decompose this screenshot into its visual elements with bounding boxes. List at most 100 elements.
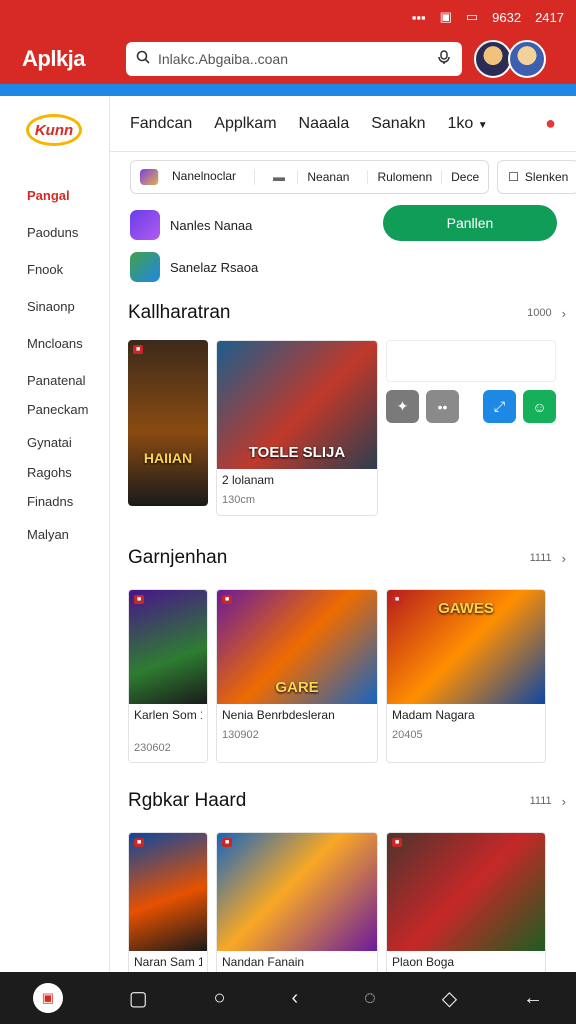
app-bar: Aplkja Inlakc.Abgaiba..coan: [0, 34, 576, 84]
card-sub: 230602: [134, 742, 171, 754]
chevron-right-icon: ›: [561, 550, 566, 566]
top-tabs: Fandcan Applkam Naaala Sanakn 1ko ▼ ●: [110, 96, 576, 152]
tab[interactable]: Naaala: [299, 115, 350, 133]
home-icon[interactable]: ○: [214, 987, 226, 1010]
chevron-down-icon: ▼: [477, 119, 488, 131]
sidebar-item[interactable]: Paoduns: [27, 223, 88, 260]
section-title: Rgbkar Haard: [128, 790, 247, 811]
back-icon[interactable]: ‹: [292, 987, 299, 1010]
tab-dropdown[interactable]: 1ko ▼: [447, 115, 487, 133]
avatar[interactable]: [508, 40, 546, 78]
filter-chip[interactable]: ☐ Slenken: [497, 160, 576, 194]
game-art: ■: [217, 833, 377, 951]
section: Kallharatran 1000 › ■ HAIIAN TOELE SLIJA …: [128, 298, 576, 516]
game-art: ■ GAWES: [387, 590, 545, 704]
search-bar[interactable]: Inlakc.Abgaiba..coan: [126, 42, 462, 76]
game-card[interactable]: ■ GAWES Madam Nagara 20405: [386, 589, 546, 763]
system-nav-bar: ▣ ▢ ○ ‹ ◌ ◇ ←: [0, 972, 576, 1024]
chevron-right-icon: ›: [561, 305, 566, 321]
filter-chip[interactable]: Nanelnoclar: [131, 169, 256, 185]
game-art: ■ GARE: [217, 590, 377, 704]
section: Rgbkar Haard 1111› ■ Naran Sam 12 ■ Nand…: [128, 786, 576, 972]
chevron-right-icon: ›: [561, 793, 566, 809]
sidebar-item[interactable]: Fnook: [27, 260, 88, 297]
see-more-button[interactable]: 1111 ›: [530, 794, 566, 809]
recents-icon[interactable]: ▢: [129, 986, 148, 1011]
section-header: Garnjenhan 1111 ›: [128, 543, 576, 573]
section: Garnjenhan 1111› ■ Karlen Som 13 230602 …: [128, 543, 576, 763]
game-art: ■: [129, 590, 207, 704]
card-info: Plaon Boga: [387, 951, 545, 972]
card-info: Madam Nagara 20405: [387, 704, 545, 745]
section-title: Kallharatran: [128, 302, 231, 323]
game-card[interactable]: ■ Plaon Boga: [386, 832, 546, 972]
sidebar-item[interactable]: Finadns: [27, 492, 88, 525]
see-more-button[interactable]: 1000 ›: [527, 306, 566, 321]
status-bar: ▪▪▪ ▣ ▭ 9632 2417: [0, 0, 576, 34]
card-info: Nenia Benrbdesleran 130902: [217, 704, 377, 745]
list-item[interactable]: Sanelaz Rsaoa: [130, 246, 560, 288]
sidebar-item[interactable]: Pangal: [27, 186, 88, 223]
arrow-left-icon[interactable]: ←: [523, 987, 543, 1010]
gamepad-icon[interactable]: ••: [426, 390, 459, 423]
badge: ■: [133, 345, 144, 354]
game-card[interactable]: ■ Nandan Fanain: [216, 832, 378, 972]
sidebar-item[interactable]: Panatenal: [27, 371, 88, 400]
search-icon: [136, 50, 150, 69]
tab[interactable]: Applkam: [214, 115, 276, 133]
mic-icon[interactable]: [436, 49, 452, 70]
app-logo[interactable]: Aplkja: [22, 46, 126, 72]
game-card[interactable]: ■ HAIIAN: [128, 340, 208, 506]
link-icon[interactable]: ⤢: [483, 390, 516, 423]
chat-icon[interactable]: ◌: [364, 987, 376, 1010]
account-avatars[interactable]: [474, 40, 546, 78]
app-shortcut-icon[interactable]: ▣: [32, 983, 63, 1013]
sidebar-item[interactable]: Sinaonp: [27, 297, 88, 334]
app-tile-panel: ✦ •• ⤢ ☺: [386, 340, 556, 516]
tab[interactable]: Sanakn: [371, 115, 425, 133]
card-row: ■ Karlen Som 13 230602 ■ GARE Nenia Benr…: [128, 589, 576, 763]
card-title: Plaon Boga: [392, 955, 455, 969]
avatar[interactable]: [474, 40, 512, 78]
tool-icon[interactable]: ✦: [386, 390, 419, 423]
game-card[interactable]: ■ Karlen Som 13 230602: [128, 589, 208, 763]
card-info: Naran Sam 12: [129, 951, 207, 972]
sidebar-item[interactable]: Gynatai: [27, 433, 88, 463]
sidebar: Kunn Pangal Paoduns Fnook Sinaonp Mncloa…: [0, 96, 110, 972]
game-card[interactable]: ■ Naran Sam 12: [128, 832, 208, 972]
status-time: 2417: [535, 9, 564, 25]
art-caption: TOELE SLIJA: [248, 444, 346, 461]
card-info: Karlen Som 13 230602: [129, 704, 207, 758]
sidebar-item[interactable]: Paneckam: [27, 400, 88, 433]
battery-icon: ▭: [465, 9, 479, 24]
map-pin-icon[interactable]: ●: [545, 113, 556, 134]
notification-icon: ▪▪▪: [411, 9, 426, 25]
filter-group: Nanelnoclar ▬ Neanan Rulomenn Dece: [130, 160, 490, 194]
game-card[interactable]: ■ GARE Nenia Benrbdesleran 130902: [216, 589, 378, 763]
game-card[interactable]: TOELE SLIJA 2 lolanam 130cm: [216, 340, 378, 516]
search-input[interactable]: Inlakc.Abgaiba..coan: [158, 51, 428, 67]
game-icon: [140, 169, 159, 185]
sidebar-item[interactable]: Ragohs: [27, 463, 88, 492]
card-info: Nandan Fanain: [217, 951, 377, 972]
card-row: ■ Naran Sam 12 ■ Nandan Fanain ■: [128, 832, 576, 972]
sidebar-item[interactable]: Mncloans: [27, 334, 88, 371]
card-title: Karlen Som 13: [134, 708, 202, 722]
filter-chip[interactable]: ▬ Neanan: [255, 170, 369, 184]
card-title: 2 lolanam: [222, 473, 275, 487]
bot-icon[interactable]: ☺: [523, 390, 556, 423]
comment-icon[interactable]: ◇: [442, 986, 457, 1011]
sidebar-item[interactable]: Malyan: [27, 525, 88, 562]
card-title: Nenia Benrbdesleran: [222, 708, 335, 722]
install-button[interactable]: Panllen: [383, 205, 557, 241]
section-header: Kallharatran 1000 ›: [128, 298, 576, 328]
sidebar-nav: Pangal Paoduns Fnook Sinaonp Mncloans Pa…: [27, 186, 88, 562]
card-title: Naran Sam 12: [134, 955, 202, 969]
tab[interactable]: Fandcan: [130, 115, 192, 133]
filter-chip[interactable]: Dece: [442, 170, 488, 184]
section-header: Rgbkar Haard 1111 ›: [128, 786, 576, 816]
see-more-button[interactable]: 1111 ›: [530, 551, 566, 566]
app-icon: [130, 252, 160, 282]
filter-chip[interactable]: Rulomenn: [368, 170, 443, 184]
sidebar-logo[interactable]: Kunn: [26, 114, 82, 146]
